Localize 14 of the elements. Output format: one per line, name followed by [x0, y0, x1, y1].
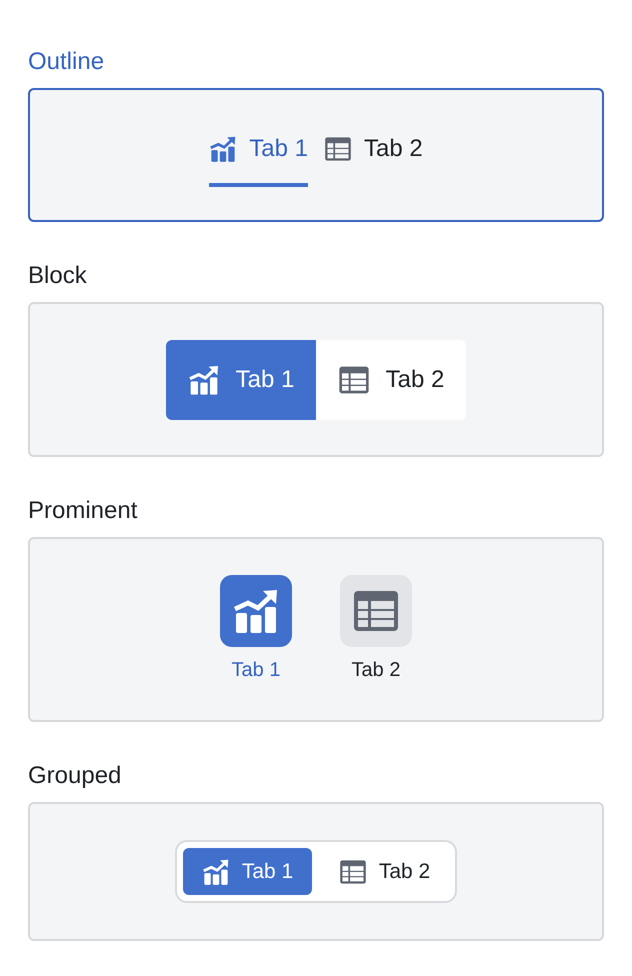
section-label: Prominent [28, 496, 138, 526]
tab[interactable]: Tab 2 [324, 123, 423, 187]
tab[interactable]: Tab 1 [209, 123, 308, 187]
table-icon [338, 364, 370, 396]
tab[interactable]: Tab 1 [166, 340, 316, 420]
tab[interactable]: Tab 1 [183, 848, 312, 895]
table-icon [324, 135, 352, 163]
table-icon [338, 858, 367, 886]
chart-icon [188, 364, 220, 396]
section-label: Block [28, 261, 88, 291]
section-label: Grouped [28, 761, 122, 791]
chart-icon [202, 858, 230, 886]
chart-icon [209, 135, 238, 163]
section-label: Outline [28, 47, 106, 77]
